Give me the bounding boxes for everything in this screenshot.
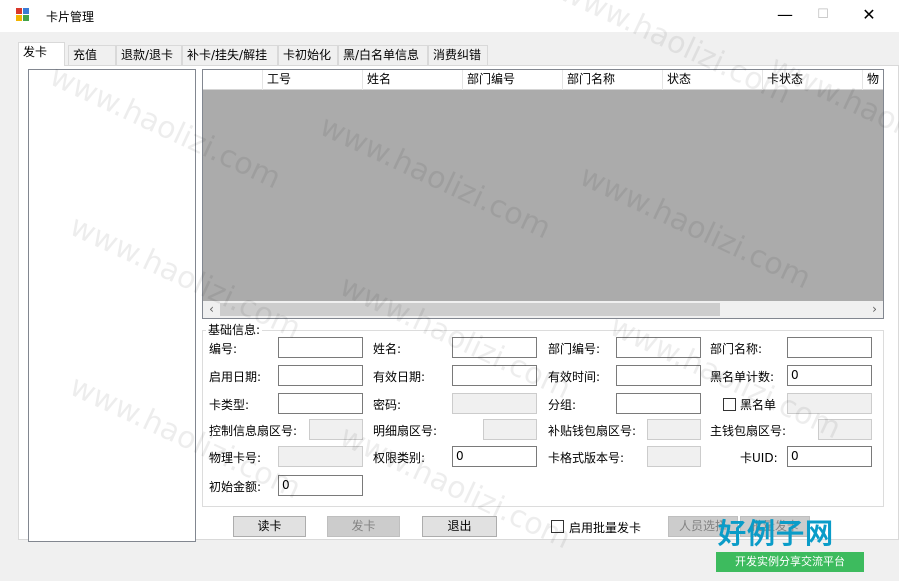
maximize-button: ☐ — [817, 7, 829, 22]
name-input[interactable] — [452, 337, 537, 358]
dept-no-label: 部门编号: — [548, 342, 601, 356]
grid-col-header[interactable]: 状态 — [663, 70, 763, 90]
name-label: 姓名: — [373, 342, 402, 356]
department-tree[interactable] — [28, 69, 196, 542]
card-format-label: 卡格式版本号: — [548, 451, 625, 465]
main-sector-label: 主钱包扇区号: — [710, 424, 787, 438]
grid-col-header[interactable] — [203, 70, 263, 90]
start-date-input[interactable] — [278, 365, 363, 386]
grid-col-header[interactable]: 部门编号 — [463, 70, 563, 90]
phys-card-input — [278, 446, 363, 467]
site-logo-title: 好例子网 — [718, 517, 835, 550]
card-uid-input[interactable]: 0 — [787, 446, 872, 467]
password-input — [452, 393, 537, 414]
tab-consume-correct[interactable]: 消费纠错 — [428, 45, 488, 65]
grid-col-header[interactable]: 姓名 — [363, 70, 463, 90]
subsidy-sector-input — [647, 419, 701, 440]
init-amount-input[interactable]: 0 — [278, 475, 363, 496]
site-logo-slogan: 开发实例分享交流平台 — [716, 552, 864, 572]
scroll-left-icon[interactable]: ‹ — [203, 301, 220, 318]
password-label: 密码: — [373, 398, 402, 412]
group-label: 分组: — [548, 398, 577, 412]
blacklist-label: 黑名单 — [740, 398, 777, 412]
scrollbar-thumb[interactable] — [220, 303, 720, 316]
grid-col-header[interactable]: 工号 — [263, 70, 363, 90]
tab-recharge[interactable]: 充值 — [68, 45, 116, 65]
id-label: 编号: — [209, 342, 238, 356]
ctrl-sector-input — [309, 419, 363, 440]
person-grid[interactable]: 工号 姓名 部门编号 部门名称 状态 卡状态 物 ‹ › — [202, 69, 884, 319]
tab-issue-card[interactable]: 发卡 — [18, 42, 65, 66]
exit-button[interactable]: 退出 — [422, 516, 497, 537]
close-button[interactable]: ✕ — [846, 0, 892, 32]
read-card-button[interactable]: 读卡 — [233, 516, 306, 537]
group-input[interactable] — [616, 393, 701, 414]
valid-time-label: 有效时间: — [548, 370, 601, 384]
id-input[interactable] — [278, 337, 363, 358]
detail-sector-label: 明细扇区号: — [373, 424, 438, 438]
title-bar: 卡片管理 — ☐ ✕ — [0, 0, 899, 32]
scroll-right-icon[interactable]: › — [866, 301, 883, 318]
batch-issue-label: 启用批量发卡 — [569, 521, 642, 535]
detail-sector-input — [483, 419, 537, 440]
grid-col-header[interactable]: 物 — [863, 70, 883, 90]
grid-header: 工号 姓名 部门编号 部门名称 状态 卡状态 物 — [203, 70, 883, 90]
dept-name-input[interactable] — [787, 337, 872, 358]
blacklist-checkbox[interactable] — [723, 398, 736, 411]
tab-reissue[interactable]: 补卡/挂失/解挂 — [182, 45, 278, 65]
dept-name-label: 部门名称: — [710, 342, 763, 356]
phys-card-label: 物理卡号: — [209, 451, 262, 465]
grid-col-header[interactable]: 部门名称 — [563, 70, 663, 90]
perm-type-input[interactable]: 0 — [452, 446, 537, 467]
blacklist-count-label: 黑名单计数: — [710, 370, 775, 384]
start-date-label: 启用日期: — [209, 370, 262, 384]
site-logo: 好例子网 开发实例分享交流平台 — [716, 512, 864, 574]
basic-info-title: 基础信息: — [206, 321, 263, 338]
ctrl-sector-label: 控制信息扇区号: — [209, 424, 298, 438]
card-uid-label: 卡UID: — [740, 451, 778, 465]
tab-refund[interactable]: 退款/退卡 — [116, 45, 182, 65]
app-icon — [16, 8, 30, 22]
window-title: 卡片管理 — [46, 10, 95, 24]
dept-no-input[interactable] — [616, 337, 701, 358]
valid-time-input[interactable] — [616, 365, 701, 386]
subsidy-sector-label: 补贴钱包扇区号: — [548, 424, 637, 438]
main-sector-input — [818, 419, 872, 440]
horizontal-scrollbar[interactable]: ‹ › — [203, 301, 883, 318]
issue-card-button: 发卡 — [327, 516, 400, 537]
card-type-input[interactable] — [278, 393, 363, 414]
valid-date-input[interactable] — [452, 365, 537, 386]
batch-issue-checkbox[interactable] — [551, 520, 564, 533]
blacklist-count-input[interactable]: 0 — [787, 365, 872, 386]
valid-date-label: 有效日期: — [373, 370, 426, 384]
card-format-input — [647, 446, 701, 467]
perm-type-label: 权限类别: — [373, 451, 426, 465]
tab-blackwhite-list[interactable]: 黑/白名单信息 — [338, 45, 428, 65]
init-amount-label: 初始金额: — [209, 480, 262, 494]
card-type-label: 卡类型: — [209, 398, 250, 412]
tab-card-init[interactable]: 卡初始化 — [278, 45, 338, 65]
blacklist-input — [787, 393, 872, 414]
grid-col-header[interactable]: 卡状态 — [763, 70, 863, 90]
